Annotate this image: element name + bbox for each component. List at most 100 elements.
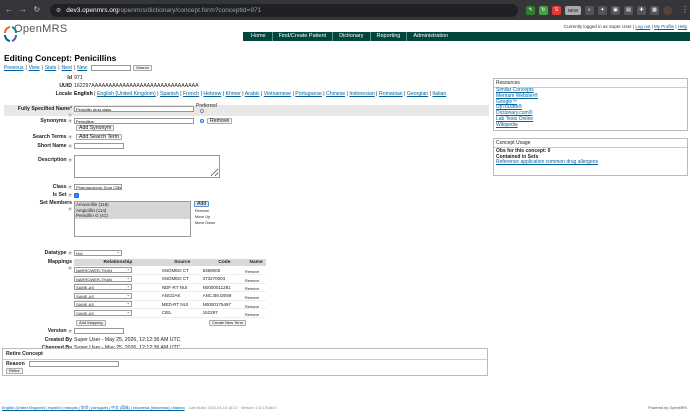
help-icon[interactable]: ?	[68, 113, 72, 117]
move-up-button[interactable]: Move Up	[195, 215, 210, 219]
forward-icon[interactable]: →	[18, 5, 28, 15]
datatype-select[interactable]: N/A	[74, 249, 122, 256]
mappings-table: Relationship Source Code Name NARROWER-T…	[74, 259, 266, 318]
help-icon[interactable]: ?	[68, 185, 72, 189]
help-link[interactable]: Help	[678, 24, 687, 29]
set-member-option[interactable]: Penicillin G (41)	[75, 213, 190, 219]
add-synonym-button[interactable]: Add Synonym	[76, 125, 115, 131]
previous-link[interactable]: Previous	[4, 65, 23, 71]
synonym-input[interactable]	[74, 118, 194, 124]
next-link[interactable]: Next	[62, 65, 72, 71]
reload-icon[interactable]: ↻	[32, 5, 42, 15]
extension-icon[interactable]: ↻	[538, 5, 548, 15]
set-members-label: Set Members?	[39, 200, 72, 211]
remove-mapping-button[interactable]: Remove	[245, 270, 259, 274]
new-link[interactable]: New	[77, 65, 87, 71]
help-icon[interactable]: ?	[68, 135, 72, 139]
extension-icon[interactable]: ✚	[636, 5, 646, 15]
fsn-input[interactable]	[74, 106, 194, 112]
add-set-member-button[interactable]: Add	[194, 201, 210, 207]
set-members-list[interactable]: Amoxicillin (118) Ampicillin (114) Penic…	[74, 201, 191, 237]
locale-link[interactable]: Spanish	[160, 91, 179, 97]
locale-link[interactable]: Indonesian	[349, 91, 374, 97]
extension-icon[interactable]: ▤	[623, 5, 633, 15]
menu-find-create-patient[interactable]: Find/Create Patient	[273, 32, 332, 41]
help-icon[interactable]: ?	[68, 251, 72, 255]
my-profile-link[interactable]: My Profile	[654, 24, 674, 29]
remove-mapping-button[interactable]: Remove	[245, 279, 259, 283]
locale-link[interactable]: Portuguese	[295, 91, 322, 97]
extension-icon[interactable]: ◐	[584, 5, 594, 15]
create-new-term-button[interactable]: Create New Term	[209, 320, 247, 326]
retire-reason-input[interactable]	[28, 361, 119, 367]
move-down-button[interactable]: Move Down	[195, 221, 215, 225]
help-icon[interactable]: ?	[68, 329, 72, 333]
address-bar[interactable]: ⚙ dev3.openmrs.org/openmrs/dictionary/co…	[49, 3, 518, 17]
locale-link[interactable]: Georgian	[407, 91, 428, 97]
menu-reporting[interactable]: Reporting	[371, 32, 407, 41]
mapping-relationship-select[interactable]: SAME-AS	[74, 283, 132, 291]
help-icon[interactable]: ?	[68, 207, 72, 211]
profile-avatar[interactable]	[662, 5, 672, 15]
concept-search-input[interactable]	[91, 65, 132, 71]
remove-mapping-button[interactable]: Remove	[245, 313, 259, 317]
set-link[interactable]: Reference application common drug allerg…	[494, 159, 687, 166]
menu-dictionary[interactable]: Dictionary	[333, 32, 369, 41]
back-icon[interactable]: ←	[4, 5, 14, 15]
locale-link[interactable]: Chinese	[326, 91, 345, 97]
short-name-input[interactable]	[74, 143, 124, 149]
locale-link[interactable]: Hebrew	[203, 91, 221, 97]
extension-icon[interactable]: ✎	[525, 5, 535, 15]
locale-link[interactable]: Romanian	[379, 91, 403, 97]
class-select[interactable]: Pharmacologic Drug Class	[74, 184, 122, 190]
new-extension-badge[interactable]: NEW	[564, 5, 581, 15]
logout-link[interactable]: Log out	[635, 24, 650, 29]
mapping-relationship-select[interactable]: NARROWER-THAN	[74, 266, 132, 273]
footer-locale-links[interactable]: English (United Kingdom) | español | fra…	[2, 406, 185, 410]
mapping-relationship-select[interactable]: SAME-AS	[74, 309, 132, 316]
mapping-relationship-select[interactable]: NARROWER-THAN	[74, 275, 132, 282]
locale-link[interactable]: French	[183, 91, 199, 97]
retire-button[interactable]: Retire	[6, 368, 23, 374]
mapping-row: SAME-AS NDF-RT NUI N0000011281	[74, 283, 266, 292]
puzzle-icon[interactable]: ✦	[597, 5, 607, 15]
locale-link[interactable]: English (United Kingdom)	[97, 91, 156, 97]
help-icon[interactable]: ?	[68, 193, 72, 197]
description-textarea[interactable]	[74, 155, 220, 178]
mapping-relationship-select[interactable]: SAME-AS	[74, 292, 132, 299]
menu-administration[interactable]: Administration	[407, 32, 454, 41]
add-mapping-button[interactable]: Add Mapping	[76, 320, 106, 326]
remove-mapping-button[interactable]: Remove	[245, 296, 259, 300]
mapping-relationship-select[interactable]: SAME-AS	[74, 300, 132, 308]
menu-home[interactable]: Home	[245, 32, 272, 41]
locale-link[interactable]: Arabic	[245, 91, 260, 97]
extension-icon[interactable]: S	[551, 5, 561, 15]
help-icon[interactable]: ?	[68, 266, 72, 270]
is-set-checkbox[interactable]: ✓	[74, 193, 79, 198]
help-icon[interactable]: ?	[68, 144, 72, 148]
version-input[interactable]	[74, 328, 124, 334]
menu-icon[interactable]: ⋮	[680, 5, 690, 15]
main-content: Editing Concept: Penicillins Previous | …	[2, 49, 688, 376]
remove-set-member-button[interactable]: Remove	[195, 209, 209, 213]
remove-mapping-button[interactable]: Remove	[245, 287, 259, 291]
site-info-icon[interactable]: ⚙	[56, 7, 61, 14]
search-button[interactable]: Search	[133, 65, 152, 71]
locale-link[interactable]: Khmer	[226, 91, 241, 97]
remove-synonym-button[interactable]: Remove	[207, 118, 233, 124]
remove-mapping-button[interactable]: Remove	[245, 305, 259, 309]
retire-concept-panel: Retire Concept Reason Retire	[2, 348, 488, 376]
help-icon[interactable]: ?	[68, 119, 72, 123]
locale-link[interactable]: Italian	[432, 91, 446, 97]
fsn-preferred-radio[interactable]	[200, 109, 204, 113]
synonym-preferred-radio[interactable]	[200, 119, 204, 123]
add-search-term-button[interactable]: Add Search Term	[76, 134, 122, 140]
extension-icon[interactable]: ▣	[610, 5, 620, 15]
mapping-row: SAME-AS MED-RT NUI N0000175497	[74, 300, 266, 309]
resource-link-wikipedia[interactable]: Wikipedia	[494, 122, 687, 129]
stats-link[interactable]: Stats	[45, 65, 56, 71]
locale-link[interactable]: Vietnamese	[264, 91, 291, 97]
help-icon[interactable]: ?	[68, 158, 72, 162]
view-link[interactable]: View	[29, 65, 40, 71]
extension-icon[interactable]: ▦	[649, 5, 659, 15]
